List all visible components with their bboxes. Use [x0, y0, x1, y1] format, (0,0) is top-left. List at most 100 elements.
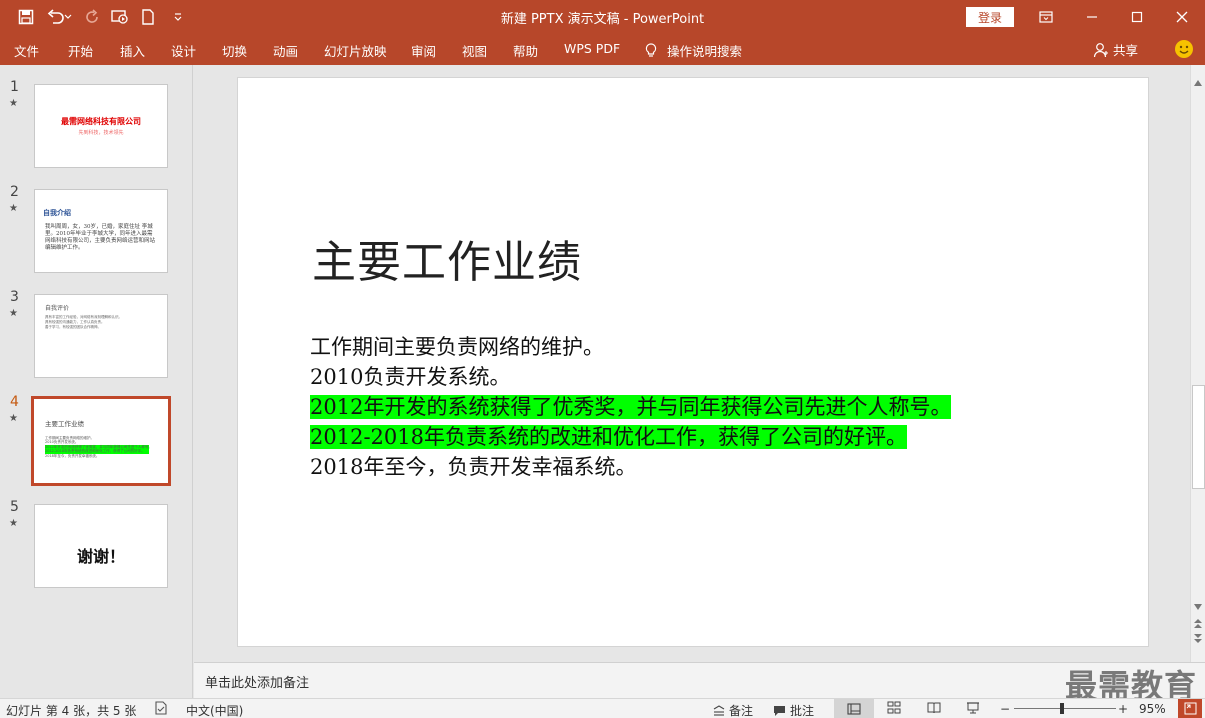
- slide-thumbnail-4[interactable]: 主要工作业绩 工作期间主要负责网络的维护。 2010负责开发系统。 2012年开…: [31, 396, 171, 486]
- present-from-start-icon[interactable]: [108, 6, 132, 28]
- undo-dropdown-icon[interactable]: [62, 6, 74, 28]
- save-icon[interactable]: [14, 6, 38, 28]
- vertical-scrollbar[interactable]: [1190, 65, 1205, 662]
- notes-button[interactable]: 备注: [713, 702, 753, 718]
- animation-star-icon: ★: [9, 413, 18, 424]
- scroll-down-icon[interactable]: [1194, 595, 1202, 614]
- notes-icon: [713, 704, 725, 716]
- reading-view-icon[interactable]: [927, 701, 941, 717]
- scroll-up-icon[interactable]: [1194, 71, 1202, 90]
- ribbon-tab-bar: 文件 开始 插入 设计 切换 动画 幻灯片放映 审阅 视图 帮助 WPS PDF…: [0, 34, 1205, 65]
- thumbnail-title: 谢谢！: [76, 547, 125, 566]
- thumbnail-title: 自我介绍: [43, 209, 71, 217]
- maximize-icon[interactable]: [1124, 5, 1150, 29]
- language-indicator[interactable]: 中文(中国): [186, 702, 243, 718]
- new-file-icon[interactable]: [136, 6, 160, 28]
- tab-insert[interactable]: 插入: [120, 41, 145, 60]
- tab-design[interactable]: 设计: [171, 41, 196, 60]
- slide-body-text[interactable]: 工作期间主要负责网络的维护。 2010负责开发系统。 2012年开发的系统获得了…: [310, 332, 1110, 482]
- slide-thumbnail-1[interactable]: 最需网络科技有限公司 先到科技，技术领先: [34, 84, 168, 168]
- thumbnail-line: 2012-2018年负责系统的改进和优化工作，获得了公司的好评。: [45, 449, 149, 454]
- slide-thumbnail-5[interactable]: 谢谢！: [34, 504, 168, 588]
- ribbon-display-options-icon[interactable]: [1033, 5, 1059, 29]
- share-button[interactable]: 共享: [1093, 40, 1138, 59]
- animation-star-icon: ★: [9, 203, 18, 214]
- zoom-slider[interactable]: [1014, 703, 1116, 714]
- thumbnail-title: 主要工作业绩: [45, 420, 84, 428]
- tell-me-label: 操作说明搜索: [667, 44, 743, 59]
- notes-pane[interactable]: 单击此处添加备注 最需教育: [194, 662, 1205, 705]
- animation-star-icon: ★: [9, 518, 18, 529]
- thumbnail-number: 4: [10, 394, 19, 410]
- body-line-text: 2012年开发的系统获得了优秀奖，并与同年获得公司先进个人称号。: [310, 395, 952, 419]
- status-bar: 幻灯片 第 4 张，共 5 张 中文(中国) 备注 批注 − + 95%: [0, 698, 1205, 718]
- thumbnail-number: 1: [10, 79, 19, 95]
- tell-me-search[interactable]: 操作说明搜索: [645, 41, 742, 60]
- zoom-in-button[interactable]: +: [1118, 702, 1128, 716]
- body-line-highlighted: 2012年开发的系统获得了优秀奖，并与同年获得公司先进个人称号。: [310, 392, 1110, 422]
- slide-thumbnail-3[interactable]: 自我评价 具有丰富的工作经验，对网络有深刻理解和认识。 具有较强的沟通能力，工作…: [34, 294, 168, 378]
- tab-home[interactable]: 开始: [68, 41, 93, 60]
- fit-to-window-icon: [1184, 702, 1196, 715]
- comment-icon: [774, 705, 785, 716]
- fit-slide-button[interactable]: [1178, 699, 1202, 718]
- tab-file[interactable]: 文件: [14, 41, 39, 60]
- normal-view-button[interactable]: [834, 699, 874, 718]
- slide-thumbnail-pane: 1 ★ 最需网络科技有限公司 先到科技，技术领先 2 ★ 自我介绍 我叫周周，女…: [0, 65, 193, 698]
- body-line: 工作期间主要负责网络的维护。: [310, 332, 1110, 362]
- tab-review[interactable]: 审阅: [411, 41, 436, 60]
- tab-wps-pdf[interactable]: WPS PDF: [564, 41, 620, 56]
- body-line-text: 2018年至今，负责开发幸福系统。: [310, 455, 637, 479]
- normal-view-icon: [847, 702, 861, 715]
- body-line-highlighted: 2012-2018年负责系统的改进和优化工作，获得了公司的好评。: [310, 422, 1110, 452]
- slide-editing-area: 主要工作业绩 工作期间主要负责网络的维护。 2010负责开发系统。 2012年开…: [194, 65, 1190, 662]
- tab-view[interactable]: 视图: [462, 41, 487, 60]
- tab-help[interactable]: 帮助: [513, 41, 538, 60]
- tab-slideshow[interactable]: 幻灯片放映: [324, 41, 387, 60]
- thumbnail-line: 2018年至今，负责开发幸福系统。: [45, 453, 100, 458]
- notes-placeholder[interactable]: 单击此处添加备注: [205, 672, 309, 691]
- comments-button[interactable]: 批注: [773, 702, 814, 718]
- slideshow-icon[interactable]: [966, 701, 980, 717]
- thumbnail-number: 5: [10, 499, 19, 515]
- customize-icon[interactable]: [166, 6, 190, 28]
- scrollbar-thumb[interactable]: [1192, 385, 1205, 489]
- body-line-text: 2012-2018年负责系统的改进和优化工作，获得了公司的好评。: [310, 425, 907, 449]
- share-label: 共享: [1113, 43, 1139, 58]
- spelling-check-icon[interactable]: [154, 701, 168, 718]
- slide-counter: 幻灯片 第 4 张，共 5 张: [6, 704, 137, 718]
- tab-animations[interactable]: 动画: [273, 41, 298, 60]
- animation-star-icon: ★: [9, 308, 18, 319]
- thumbnail-title: 最需网络科技有限公司: [61, 117, 141, 126]
- thumbnail-subtitle: 先到科技，技术领先: [78, 130, 124, 136]
- thumbnail-number: 3: [10, 289, 19, 305]
- thumbnail-line: 善于学习，有较强的团队合作精神。: [45, 325, 101, 329]
- zoom-slider-knob[interactable]: [1060, 703, 1064, 714]
- body-line-text: 工作期间主要负责网络的维护。: [310, 335, 604, 359]
- thumbnail-number: 2: [10, 184, 19, 200]
- slide-sorter-icon[interactable]: [887, 701, 901, 717]
- slide-thumbnail-2[interactable]: 自我介绍 我叫周周，女，30岁，已婚，家庭住址 李城里。2010年毕业于李城大学…: [34, 189, 168, 273]
- slide-title[interactable]: 主要工作业绩: [312, 226, 582, 290]
- redo-icon[interactable]: [80, 6, 104, 28]
- notes-label: 备注: [729, 704, 754, 718]
- next-slide-icon[interactable]: [1194, 628, 1202, 647]
- comments-label: 批注: [790, 704, 815, 718]
- zoom-level[interactable]: 95%: [1139, 702, 1166, 716]
- thumbnail-body: 我叫周周，女，30岁，已婚，家庭住址 李城里。2010年毕业于李城大学，同年进入…: [45, 224, 156, 251]
- animation-star-icon: ★: [9, 98, 18, 109]
- tab-transitions[interactable]: 切换: [222, 41, 247, 60]
- person-icon: [1093, 42, 1108, 57]
- lightbulb-icon: [645, 42, 657, 57]
- close-icon[interactable]: [1169, 5, 1195, 29]
- minimize-icon[interactable]: [1079, 5, 1105, 29]
- thumbnail-title: 自我评价: [45, 305, 70, 312]
- title-bar: 新建 PPTX 演示文稿 - PowerPoint 登录: [0, 0, 1205, 34]
- thumbnail-body: 工作期间主要负责网络的维护。 2010负责开发系统。 2012年开发的系统获得了…: [45, 436, 152, 458]
- current-slide[interactable]: 主要工作业绩 工作期间主要负责网络的维护。 2010负责开发系统。 2012年开…: [237, 77, 1149, 647]
- body-line: 2010负责开发系统。: [310, 362, 1110, 392]
- feedback-smiley-icon[interactable]: [1175, 40, 1193, 58]
- body-line-text: 2010负责开发系统。: [310, 365, 511, 389]
- login-button[interactable]: 登录: [966, 7, 1014, 27]
- zoom-out-button[interactable]: −: [1000, 702, 1010, 716]
